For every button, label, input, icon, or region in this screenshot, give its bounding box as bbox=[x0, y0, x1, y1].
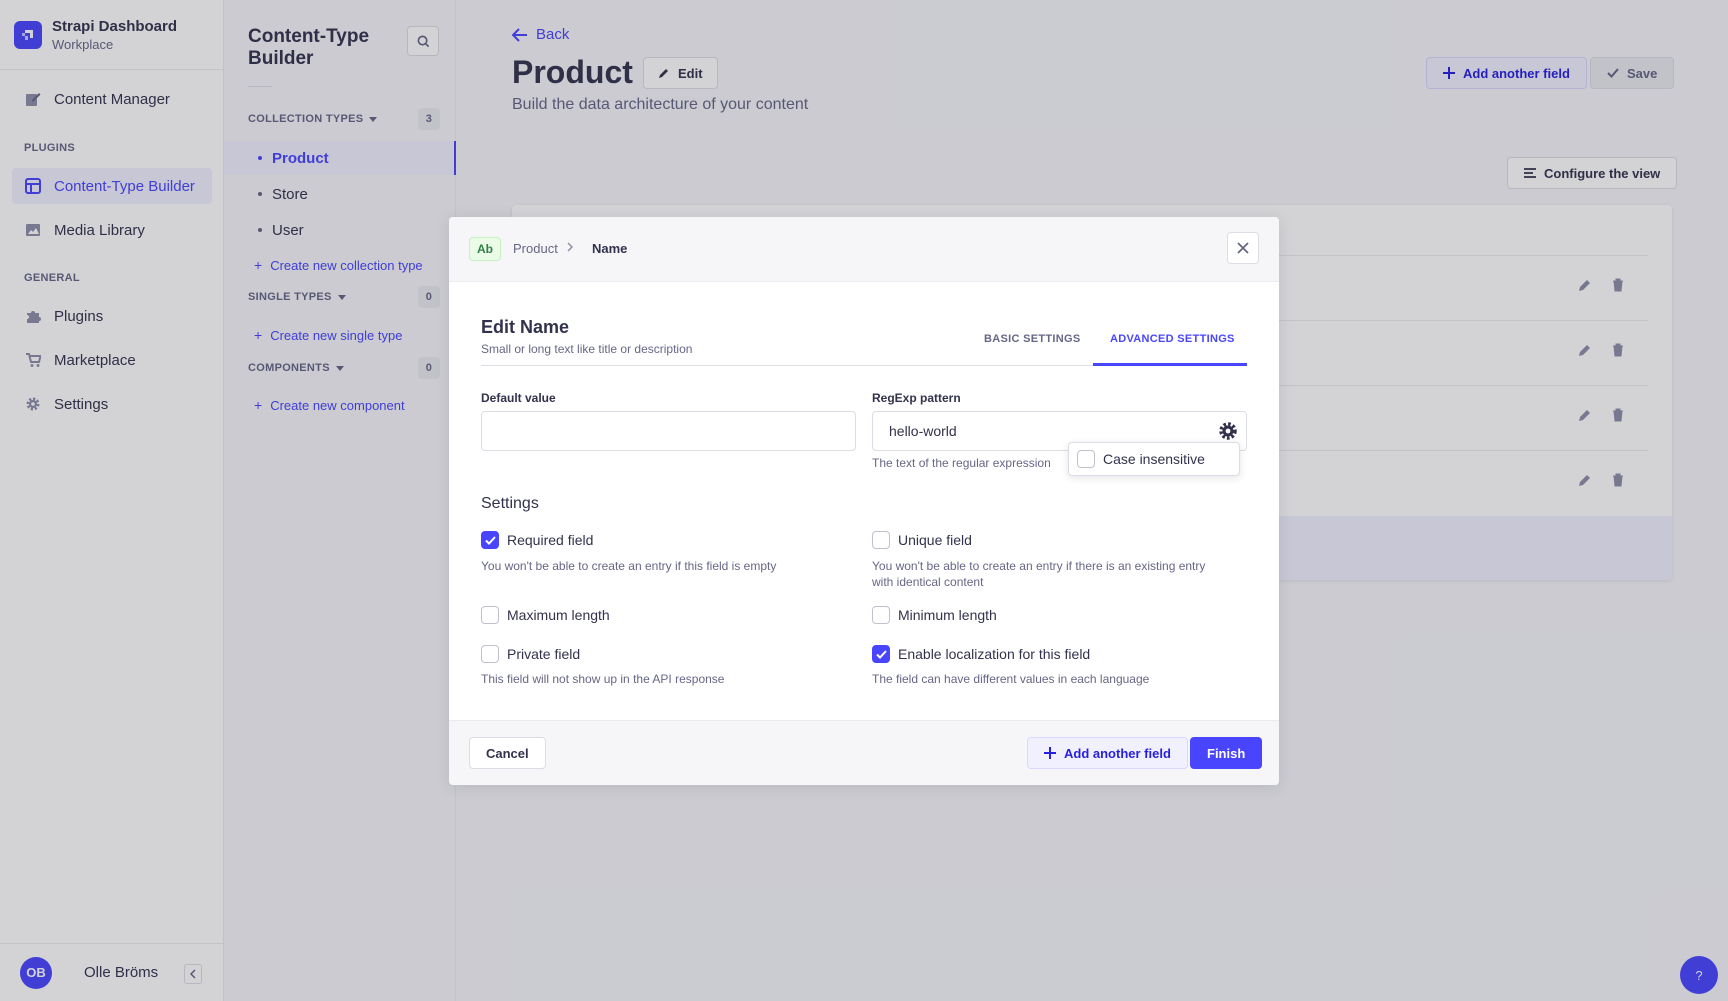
gear-icon[interactable] bbox=[1218, 421, 1238, 441]
close-icon bbox=[1237, 242, 1249, 254]
text-field-type-badge: Ab bbox=[469, 237, 501, 261]
check-icon bbox=[484, 535, 496, 545]
settings-title: Settings bbox=[481, 495, 539, 512]
unique-field-checkbox[interactable]: Unique field bbox=[872, 531, 972, 549]
tab-basic-settings[interactable]: BASIC SETTINGS bbox=[984, 333, 1081, 345]
modal-footer: Cancel Add another field Finish bbox=[449, 720, 1279, 785]
close-button[interactable] bbox=[1227, 232, 1259, 264]
default-value-input[interactable] bbox=[481, 411, 856, 451]
private-field-hint: This field will not show up in the API r… bbox=[481, 672, 725, 686]
case-insensitive-checkbox[interactable]: Case insensitive bbox=[1077, 450, 1205, 468]
modal-header: Ab Product Name bbox=[449, 217, 1279, 282]
regexp-pattern-label: RegExp pattern bbox=[872, 391, 961, 405]
check-icon bbox=[875, 649, 887, 659]
finish-button[interactable]: Finish bbox=[1190, 737, 1263, 769]
cancel-button[interactable]: Cancel bbox=[469, 737, 546, 769]
enable-localization-hint: The field can have different values in e… bbox=[872, 672, 1150, 686]
regexp-pattern-value: hello-world bbox=[889, 423, 957, 439]
checkbox-box bbox=[872, 645, 890, 663]
checkbox-box bbox=[1077, 450, 1095, 468]
checkbox-box bbox=[481, 606, 499, 624]
plus-icon bbox=[1044, 747, 1056, 759]
checkbox-box bbox=[481, 645, 499, 663]
breadcrumb-product: Product bbox=[513, 241, 558, 256]
checkbox-box bbox=[872, 606, 890, 624]
required-field-checkbox[interactable]: Required field bbox=[481, 531, 593, 549]
enable-localization-checkbox[interactable]: Enable localization for this field bbox=[872, 645, 1090, 663]
maximum-length-checkbox[interactable]: Maximum length bbox=[481, 606, 610, 624]
regexp-options-popover: Case insensitive bbox=[1068, 442, 1240, 476]
edit-field-modal: Ab Product Name Edit Name Small or long … bbox=[449, 217, 1279, 785]
checkbox-box bbox=[481, 531, 499, 549]
default-value-label: Default value bbox=[481, 391, 556, 405]
tab-advanced-settings[interactable]: ADVANCED SETTINGS bbox=[1110, 333, 1235, 345]
required-field-hint: You won't be able to create an entry if … bbox=[481, 559, 777, 573]
modal-title: Edit Name bbox=[481, 317, 570, 337]
active-tab-indicator bbox=[1093, 363, 1247, 366]
unique-field-hint: You won't be able to create an entry if … bbox=[872, 559, 1206, 589]
private-field-checkbox[interactable]: Private field bbox=[481, 645, 580, 663]
checkbox-box bbox=[872, 531, 890, 549]
modal-add-another-field-button[interactable]: Add another field bbox=[1027, 737, 1188, 769]
chevron-right-icon bbox=[567, 240, 574, 255]
minimum-length-checkbox[interactable]: Minimum length bbox=[872, 606, 997, 624]
modal-description: Small or long text like title or descrip… bbox=[481, 342, 693, 356]
regexp-pattern-hint: The text of the regular expression bbox=[872, 456, 1051, 470]
breadcrumb-name: Name bbox=[592, 241, 628, 256]
